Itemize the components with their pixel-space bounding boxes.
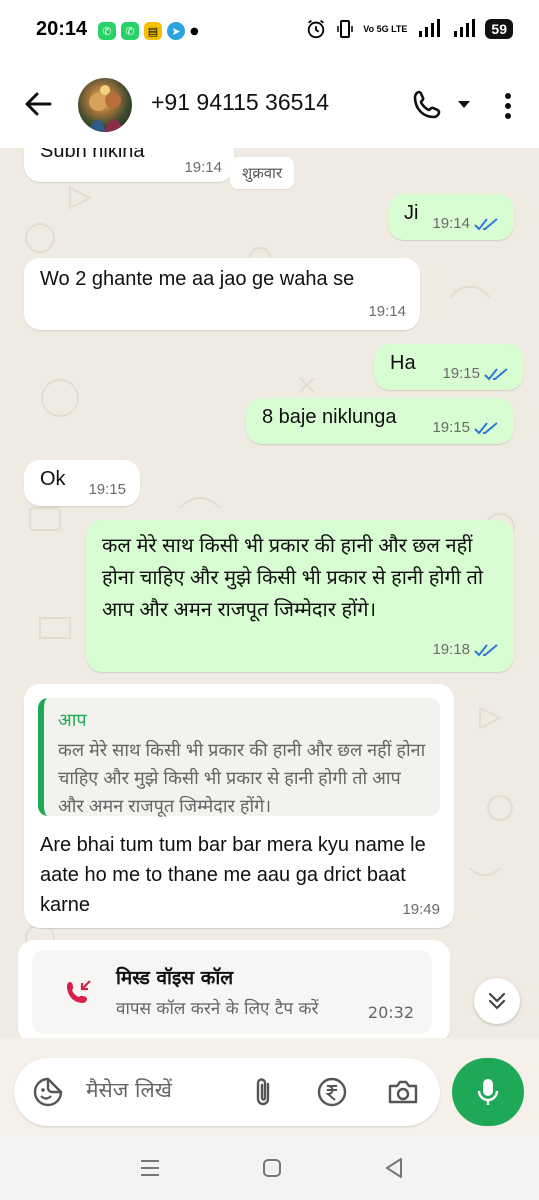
- app-notification-icon: ▤: [144, 22, 162, 40]
- system-status-icons: Vo 5G LTE 59: [305, 18, 513, 40]
- message-bubble-incoming[interactable]: Subh niklna 19:14: [24, 148, 234, 182]
- message-bubble-outgoing[interactable]: Ji 19:14: [388, 194, 514, 240]
- message-time: 19:18: [432, 634, 500, 666]
- message-time: 19:14: [184, 159, 222, 176]
- whatsapp-icon: ✆: [98, 22, 116, 40]
- network-label: Vo 5G LTE: [363, 24, 408, 34]
- call-dropdown-icon[interactable]: [456, 96, 472, 112]
- double-chevron-down-icon: [488, 992, 506, 1010]
- signal-icon: [454, 19, 476, 37]
- recent-apps-icon[interactable]: [136, 1154, 164, 1182]
- alarm-icon: [308, 19, 325, 39]
- message-time: 19:15: [442, 365, 510, 382]
- date-chip: शुक्रवार: [230, 157, 295, 189]
- notification-icons: ✆ ✆ ▤ ➤ ●: [98, 22, 199, 40]
- read-ticks-icon: [474, 422, 498, 435]
- contact-avatar[interactable]: [78, 78, 132, 132]
- voice-message-button[interactable]: [452, 1058, 524, 1126]
- quoted-message[interactable]: आप कल मेरे साथ किसी भी प्रकार की हानी और…: [38, 698, 440, 816]
- microphone-icon: [477, 1079, 499, 1105]
- read-ticks-icon: [474, 218, 498, 231]
- message-time: 19:14: [368, 303, 406, 320]
- missed-call-title: मिस्ड वॉइस कॉल: [116, 967, 234, 989]
- missed-call-inner[interactable]: मिस्ड वॉइस कॉल वापस कॉल करने के लिए टैप …: [32, 950, 432, 1034]
- status-bar: 20:14 ✆ ✆ ▤ ➤ ● Vo 5G LTE 59: [0, 0, 539, 62]
- more-notifications-dot: ●: [190, 25, 199, 37]
- message-time: 19:49: [402, 901, 440, 918]
- back-arrow-icon[interactable]: [22, 88, 54, 120]
- message-time: 19:14: [432, 215, 500, 232]
- voice-call-icon[interactable]: [412, 88, 444, 120]
- message-text: Are bhai tum tum bar bar mera kyu name l…: [40, 834, 426, 916]
- message-bubble-incoming[interactable]: Wo 2 ghante me aa jao ge waha se 19:14: [24, 258, 420, 330]
- battery-indicator: 59: [485, 19, 513, 39]
- sticker-emoji-icon[interactable]: [32, 1076, 64, 1108]
- avatar-image: [88, 85, 124, 132]
- read-ticks-icon: [484, 368, 508, 381]
- camera-icon[interactable]: [386, 1076, 420, 1108]
- home-icon[interactable]: [258, 1154, 286, 1182]
- status-time: 20:14: [36, 18, 88, 40]
- payment-rupee-icon[interactable]: [316, 1076, 348, 1108]
- attach-icon[interactable]: [250, 1076, 278, 1108]
- signal-5g-icon: [419, 19, 441, 37]
- chat-header: +91 94115 36514: [0, 62, 539, 148]
- quoted-sender: आप: [58, 710, 87, 730]
- message-composer[interactable]: मैसेज लिखें: [14, 1058, 440, 1126]
- more-options-icon[interactable]: [496, 90, 520, 122]
- read-ticks-icon: [474, 644, 498, 657]
- missed-call-icon: [67, 980, 91, 1003]
- back-nav-icon[interactable]: [380, 1154, 408, 1182]
- contact-name[interactable]: +91 94115 36514: [151, 89, 329, 116]
- message-time: 19:15: [432, 419, 500, 436]
- message-list[interactable]: Subh niklna 19:14 शुक्रवार Ji 19:14 Wo 2…: [0, 148, 539, 1038]
- message-bubble-outgoing[interactable]: Ha 19:15: [374, 344, 524, 390]
- vibrate-icon: [337, 20, 353, 38]
- telegram-icon: ➤: [167, 22, 185, 40]
- scroll-to-bottom-button[interactable]: [474, 978, 520, 1024]
- message-bubble-incoming-reply[interactable]: आप कल मेरे साथ किसी भी प्रकार की हानी और…: [24, 684, 454, 928]
- system-navigation-bar: [0, 1136, 539, 1200]
- quoted-text: कल मेरे साथ किसी भी प्रकार की हानी और छल…: [58, 740, 426, 816]
- message-bubble-outgoing[interactable]: कल मेरे साथ किसी भी प्रकार की हानी और छल…: [86, 520, 514, 672]
- message-text: Wo 2 ghante me aa jao ge waha se: [40, 268, 355, 290]
- message-bubble-incoming[interactable]: Ok 19:15: [24, 460, 140, 506]
- message-bubble-outgoing[interactable]: 8 baje niklunga 19:15: [246, 398, 514, 444]
- missed-voice-call-card[interactable]: मिस्ड वॉइस कॉल वापस कॉल करने के लिए टैप …: [18, 940, 450, 1038]
- missed-call-subtitle: वापस कॉल करने के लिए टैप करें: [116, 999, 319, 1019]
- whatsapp-icon: ✆: [121, 22, 139, 40]
- message-time: 19:15: [88, 481, 126, 498]
- missed-call-time: 20:32: [367, 1003, 414, 1022]
- message-input[interactable]: मैसेज लिखें: [86, 1076, 172, 1104]
- message-text: कल मेरे साथ किसी भी प्रकार की हानी और छल…: [102, 535, 484, 621]
